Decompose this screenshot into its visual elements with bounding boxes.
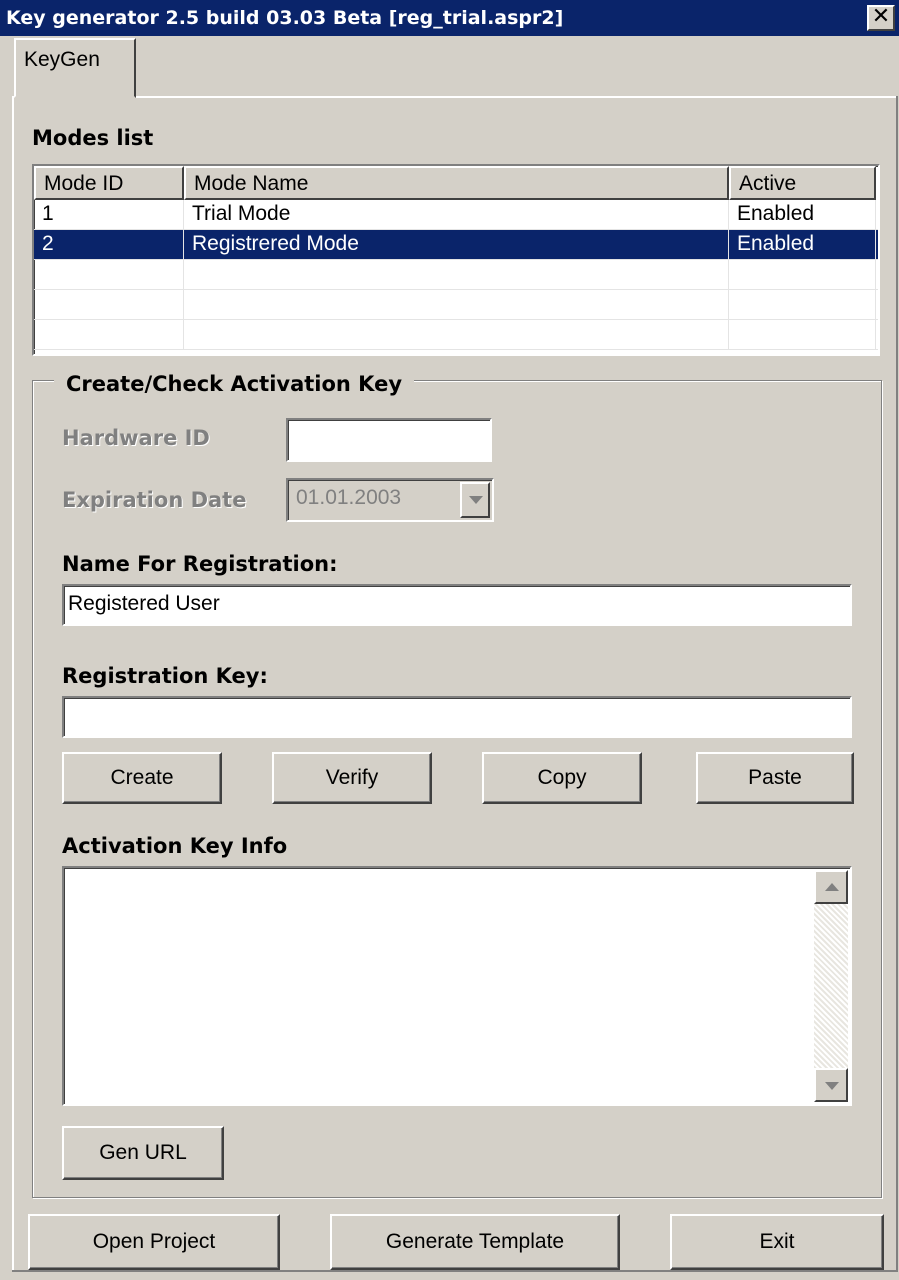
scroll-down-button[interactable]	[814, 1068, 848, 1102]
empty-cell	[34, 290, 184, 319]
hardware-id-input[interactable]	[286, 418, 492, 462]
cell-mode-name: Trial Mode	[184, 200, 729, 229]
expiration-date-combo[interactable]: 01.01.2003	[286, 478, 494, 522]
generate-template-button[interactable]: Generate Template	[330, 1214, 620, 1270]
cell-active: Enabled	[729, 200, 876, 229]
gen-url-button[interactable]: Gen URL	[62, 1126, 224, 1180]
empty-cell	[184, 260, 729, 289]
column-header-mode-name[interactable]: Mode Name	[184, 166, 729, 200]
tab-page-left-edge	[12, 96, 14, 1271]
close-button[interactable]: ✕	[867, 5, 895, 31]
chevron-down-icon	[825, 1082, 839, 1090]
activation-key-info-memo[interactable]	[62, 866, 852, 1106]
expiration-date-value: 01.01.2003	[296, 486, 402, 509]
empty-cell	[184, 320, 729, 349]
tab-keygen[interactable]: KeyGen	[14, 38, 136, 98]
tab-strip-line	[12, 96, 898, 98]
chevron-down-icon	[469, 496, 483, 504]
info-scrollbar[interactable]	[814, 870, 848, 1102]
tab-page-bottom-edge	[12, 1270, 898, 1272]
activation-group-title: Create/Check Activation Key	[54, 372, 415, 396]
modes-listview[interactable]: Mode ID Mode Name Active 1 Trial Mode En…	[32, 164, 880, 356]
registration-key-label: Registration Key:	[62, 664, 268, 688]
column-header-mode-id[interactable]: Mode ID	[34, 166, 184, 200]
empty-cell	[34, 260, 184, 289]
exit-button[interactable]: Exit	[670, 1214, 884, 1270]
close-icon: ✕	[871, 4, 891, 29]
empty-cell	[729, 290, 876, 319]
cell-mode-id: 1	[34, 200, 184, 229]
paste-button[interactable]: Paste	[696, 752, 854, 804]
create-button[interactable]: Create	[62, 752, 222, 804]
tab-keygen-label: KeyGen	[24, 48, 100, 71]
cell-mode-id: 2	[34, 230, 184, 259]
tab-page-right-edge	[896, 96, 898, 1271]
title-bar: Key generator 2.5 build 03.03 Beta [reg_…	[0, 0, 899, 36]
scroll-up-button[interactable]	[814, 870, 848, 904]
name-for-registration-label: Name For Registration:	[62, 552, 338, 576]
empty-cell	[729, 320, 876, 349]
modes-list-title: Modes list	[32, 126, 154, 150]
chevron-up-icon	[825, 883, 839, 891]
empty-cell	[34, 320, 184, 349]
verify-button[interactable]: Verify	[272, 752, 432, 804]
modes-header: Mode ID Mode Name Active	[34, 166, 878, 200]
open-project-button[interactable]: Open Project	[28, 1214, 280, 1270]
table-row-empty	[34, 320, 878, 350]
table-row-selected[interactable]: 2 Registrered Mode Enabled	[34, 230, 878, 260]
cell-mode-name: Registrered Mode	[184, 230, 729, 259]
table-row-empty	[34, 260, 878, 290]
table-row-empty	[34, 290, 878, 320]
activation-key-info-text	[64, 868, 72, 876]
table-row[interactable]: 1 Trial Mode Enabled	[34, 200, 878, 230]
cell-active: Enabled	[729, 230, 876, 259]
hardware-id-label: Hardware ID	[62, 426, 210, 450]
expiration-date-label: Expiration Date	[62, 488, 247, 512]
empty-cell	[729, 260, 876, 289]
expiration-dropdown-button[interactable]	[460, 482, 490, 518]
window-title: Key generator 2.5 build 03.03 Beta [reg_…	[6, 7, 564, 29]
column-header-active[interactable]: Active	[729, 166, 876, 200]
copy-button[interactable]: Copy	[482, 752, 642, 804]
activation-key-info-label: Activation Key Info	[62, 834, 288, 858]
empty-cell	[184, 290, 729, 319]
name-for-registration-input[interactable]: Registered User	[62, 584, 852, 626]
registration-key-input[interactable]	[62, 696, 852, 738]
